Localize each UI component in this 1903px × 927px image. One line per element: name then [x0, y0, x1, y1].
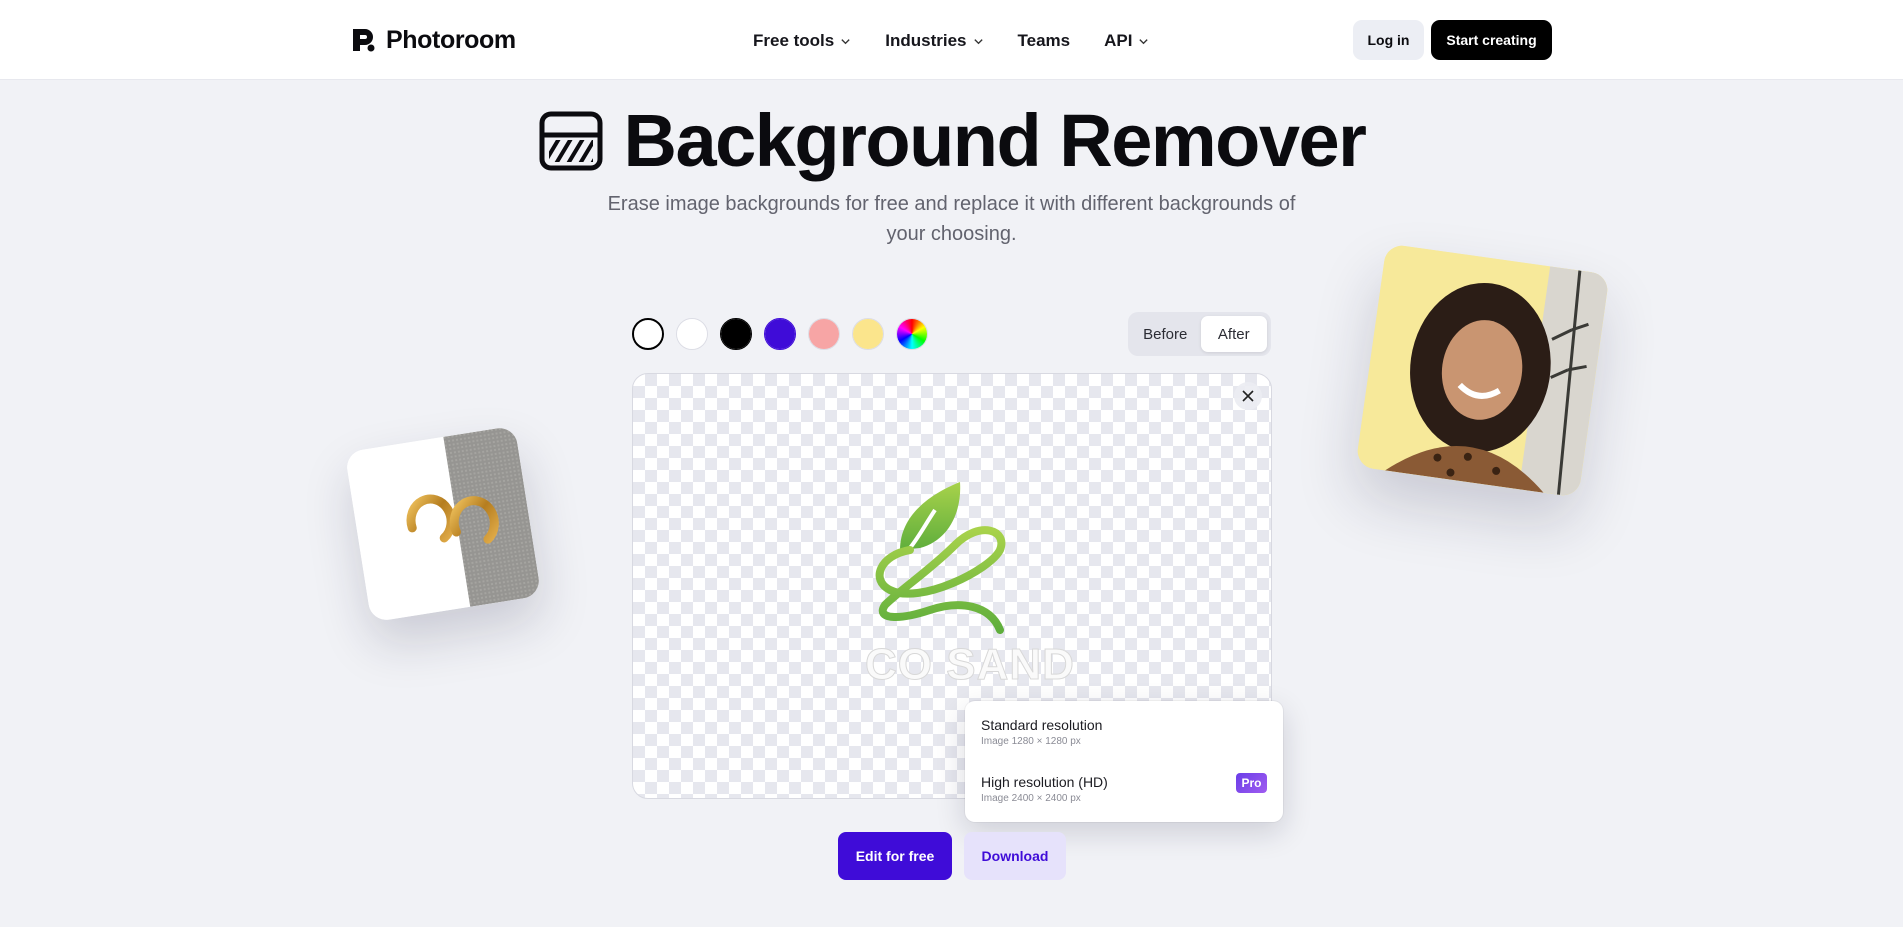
nav-free-tools[interactable]: Free tools: [753, 31, 851, 51]
brand-logo[interactable]: Photoroom: [350, 24, 516, 56]
close-icon: [1242, 390, 1254, 402]
earrings-illustration: [344, 425, 542, 623]
option-title: High resolution (HD): [981, 774, 1108, 790]
before-after-toggle: Before After: [1128, 312, 1271, 356]
cutout-subject: CO SAND: [840, 470, 1090, 700]
earrings-example-image: [344, 425, 542, 623]
nav-api[interactable]: API: [1104, 31, 1149, 51]
after-tab[interactable]: After: [1200, 316, 1267, 352]
background-remover-icon: [539, 111, 602, 171]
download-button[interactable]: Download: [964, 832, 1066, 880]
chevron-down-icon: [973, 38, 983, 44]
subject-text: CO SAND: [865, 640, 1075, 690]
start-creating-button[interactable]: Start creating: [1431, 20, 1552, 60]
login-button[interactable]: Log in: [1353, 20, 1424, 60]
portrait-example-image: [1355, 243, 1610, 498]
chevron-down-icon: [841, 38, 850, 44]
top-navbar: Photoroom Free tools Industries Teams AP…: [0, 0, 1903, 80]
download-resolution-menu: Standard resolution Image 1280 × 1280 px…: [965, 701, 1283, 822]
nav-label: API: [1104, 31, 1133, 50]
option-subtitle: Image 2400 × 2400 px: [981, 793, 1081, 804]
swatch-pink[interactable]: [808, 318, 840, 350]
option-subtitle: Image 1280 × 1280 px: [981, 736, 1081, 747]
nav-label: Free tools: [753, 31, 835, 50]
page-subtitle: Erase image backgrounds for free and rep…: [607, 193, 1296, 245]
swatch-yellow[interactable]: [852, 318, 884, 350]
standard-resolution-option[interactable]: Standard resolution Image 1280 × 1280 px: [981, 717, 1271, 747]
pro-badge: Pro: [1236, 773, 1267, 793]
edit-for-free-button[interactable]: Edit for free: [838, 832, 952, 880]
portrait-illustration: [1355, 243, 1610, 498]
brand-name: Photoroom: [386, 25, 516, 54]
nav-label: Industries: [885, 31, 967, 50]
before-tab[interactable]: Before: [1132, 316, 1199, 352]
background-color-swatches: [632, 318, 928, 350]
nav-label: Teams: [1017, 31, 1071, 50]
main-nav: Free tools Industries Teams API: [753, 26, 1149, 56]
title-text: Background Remover: [623, 99, 1367, 182]
option-title: Standard resolution: [981, 717, 1103, 733]
swatch-white[interactable]: [676, 318, 708, 350]
nav-teams[interactable]: Teams: [1018, 31, 1071, 51]
nav-industries[interactable]: Industries: [885, 31, 983, 51]
swatch-custom-color[interactable]: [896, 318, 928, 350]
hd-resolution-option[interactable]: High resolution (HD) Image 2400 × 2400 p…: [981, 774, 1271, 804]
swatch-transparent[interactable]: [632, 318, 664, 350]
photoroom-logo-icon: [353, 29, 375, 52]
chevron-down-icon: [1139, 38, 1149, 44]
swatch-indigo[interactable]: [764, 318, 796, 350]
page-title: Background Remover: [0, 96, 1903, 186]
close-button[interactable]: [1234, 382, 1262, 410]
swatch-black[interactable]: [720, 318, 752, 350]
